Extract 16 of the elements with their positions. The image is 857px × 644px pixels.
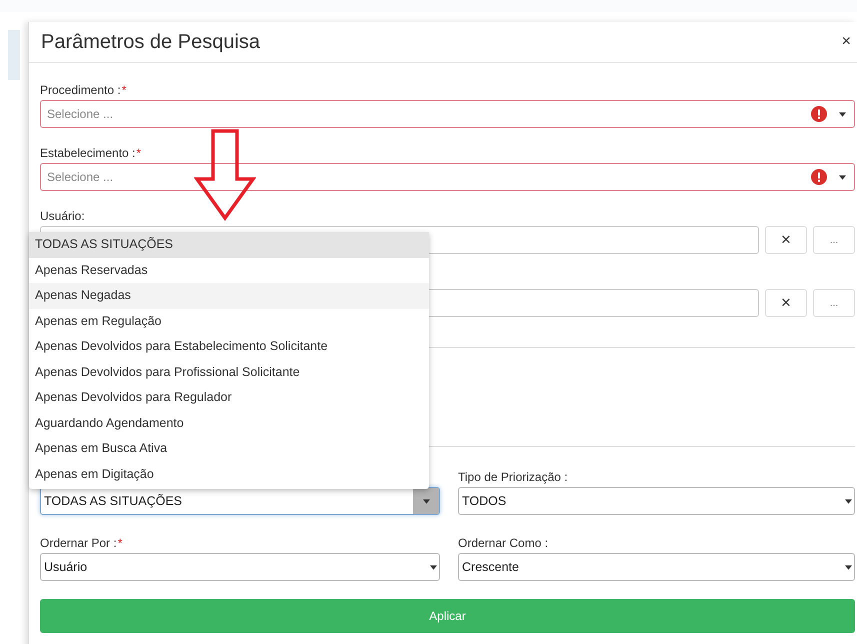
select-value: TODOS xyxy=(462,494,508,508)
field-label: Ordernar Como : xyxy=(458,536,548,550)
required-mark: * xyxy=(118,536,122,550)
placeholder-text: Selecione ... xyxy=(47,107,114,121)
field-label: Tipo de Priorização : xyxy=(458,470,568,484)
required-mark: * xyxy=(122,83,126,97)
field-label: Usuário: xyxy=(40,209,85,223)
dialog-title: Parâmetros de Pesquisa xyxy=(41,30,260,54)
required-mark: * xyxy=(136,146,142,160)
select-value: Crescente xyxy=(462,560,520,574)
select-value: Usuário xyxy=(44,560,88,574)
field-label: Ordernar Por : xyxy=(40,536,117,550)
field-label: Estabelecimento : xyxy=(40,146,136,160)
placeholder-text: Selecione ... xyxy=(47,170,114,184)
field-label: Procedimento : xyxy=(40,83,121,97)
select-value: TODAS AS SITUAÇÕES xyxy=(44,494,184,508)
